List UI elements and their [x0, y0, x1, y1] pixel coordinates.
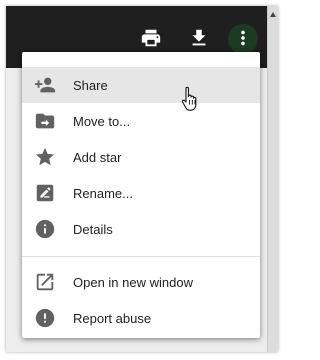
menu-item-label: Rename...: [73, 185, 133, 201]
menu-item-add-star[interactable]: Add star: [22, 139, 260, 175]
print-icon[interactable]: [140, 27, 162, 49]
menu-item-open-in-new-window[interactable]: Open in new window: [22, 264, 260, 300]
hand-pointer-cursor-icon: [181, 86, 201, 112]
menu-item-details[interactable]: Details: [22, 211, 260, 247]
more-options-menu: Share Move to... Add star Rename... Deta…: [22, 52, 260, 338]
download-icon[interactable]: [188, 27, 210, 49]
scroll-up-arrow-icon[interactable]: [270, 12, 276, 17]
menu-item-label: Share: [73, 77, 108, 93]
menu-divider: [22, 256, 260, 257]
menu-item-share[interactable]: Share: [22, 67, 260, 103]
menu-item-label: Move to...: [73, 113, 131, 129]
more-vert-icon[interactable]: [232, 27, 254, 49]
menu-item-rename[interactable]: Rename...: [22, 175, 260, 211]
menu-item-move-to[interactable]: Move to...: [22, 103, 260, 139]
info-icon: [34, 218, 56, 240]
person-add-icon: [34, 74, 56, 96]
open-in-new-icon: [34, 271, 56, 293]
rename-icon: [34, 182, 56, 204]
menu-item-label: Add star: [73, 149, 122, 165]
report-icon: [34, 307, 56, 329]
menu-item-report-abuse[interactable]: Report abuse: [22, 300, 260, 336]
menu-item-label: Open in new window: [73, 274, 193, 290]
scrollbar[interactable]: [267, 6, 278, 352]
move-to-folder-icon: [34, 110, 56, 132]
menu-item-label: Report abuse: [73, 310, 152, 326]
menu-item-label: Details: [73, 221, 113, 237]
star-icon: [34, 146, 56, 168]
